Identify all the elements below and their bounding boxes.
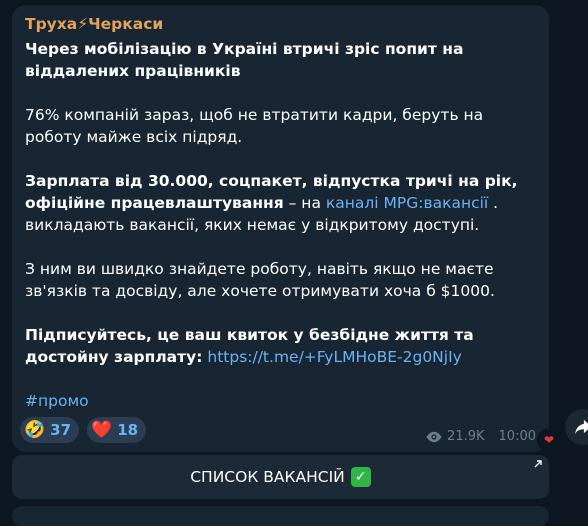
invite-link[interactable]: https://t.me/+FyLMHoBE-2g0NjIy <box>207 348 461 366</box>
hashtag-line: #промо <box>25 390 540 412</box>
channel-name[interactable]: Труха⚡Черкаси <box>25 15 163 33</box>
message-text: Через мобілізацію в Україні втричі зріс … <box>25 38 540 412</box>
message-paragraph-stats: 76% компаній зараз, щоб не втратити кадр… <box>25 106 484 146</box>
message-paragraph-subscribe: Підписуйтесь, це ваш квиток у безбідне ж… <box>25 324 540 368</box>
external-link-arrow-icon <box>534 460 542 468</box>
share-button[interactable] <box>565 409 588 445</box>
next-message-bubble <box>12 506 549 526</box>
view-count: 21.9K <box>447 429 485 444</box>
channel-link[interactable]: каналі MPG:вакансії <box>326 194 488 212</box>
reaction-heart[interactable]: ❤️ 18 <box>87 417 147 443</box>
message-paragraph-benefit: З ним ви швидко знайдете роботу, навіть … <box>25 260 495 300</box>
reaction-laugh[interactable]: 🤣 37 <box>20 417 80 443</box>
message-meta: 21.9K 10:00 <box>425 429 536 444</box>
salary-dash-text: – на <box>283 194 326 212</box>
reactions-row: 🤣 37 ❤️ 18 <box>20 417 147 443</box>
heart-emoji-icon: ❤️ <box>91 420 113 440</box>
laughing-emoji-icon: 🤣 <box>24 420 46 440</box>
vacancies-button-label: СПИСОК ВАКАНСІЙ <box>190 468 345 486</box>
vacancies-button[interactable]: СПИСОК ВАКАНСІЙ ✓ <box>12 455 549 499</box>
own-reaction-heart-icon[interactable]: ❤ <box>537 428 561 452</box>
check-mark-icon: ✓ <box>350 467 371 487</box>
eye-icon <box>426 431 442 442</box>
share-arrow-icon <box>575 419 588 435</box>
message-time: 10:00 <box>498 429 536 444</box>
reaction-count: 18 <box>117 421 139 439</box>
reaction-count: 37 <box>50 421 72 439</box>
message-paragraph-salary: Зарплата від 30.000, соцпакет, відпустка… <box>25 170 540 236</box>
message-headline: Через мобілізацію в Україні втричі зріс … <box>25 40 464 80</box>
hashtag-promo[interactable]: #промо <box>25 392 89 410</box>
